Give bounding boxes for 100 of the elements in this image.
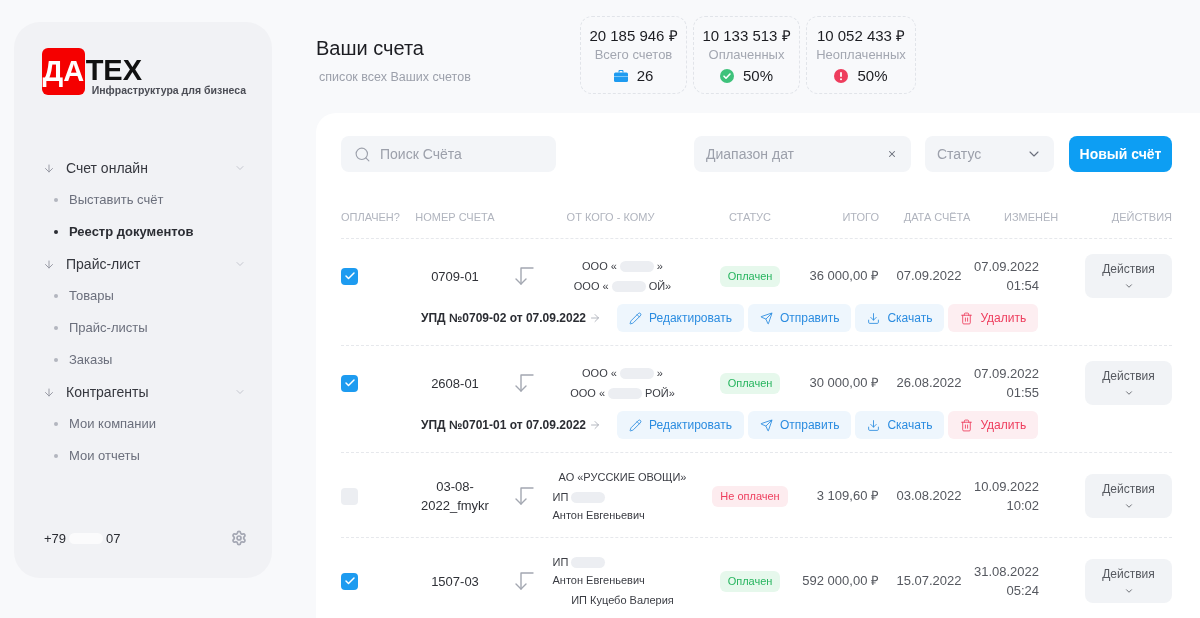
status-tag: Оплачен xyxy=(719,265,781,287)
invoice-total: 36 000,00 ₽ xyxy=(809,267,879,286)
item-label: Выставить счёт xyxy=(69,191,164,210)
status-tag: Оплачен xyxy=(719,570,781,592)
bullet-icon xyxy=(54,198,58,202)
settings-icon[interactable] xyxy=(231,530,247,547)
party-name-fragment: ООО « xyxy=(570,386,606,401)
sidebar-item[interactable]: Мои отчеты xyxy=(42,440,246,472)
stat-value: 26 xyxy=(636,66,654,86)
checkbox[interactable] xyxy=(341,374,358,392)
checkbox[interactable] xyxy=(341,267,358,285)
corner-arrow-icon xyxy=(515,267,534,285)
invoice-total: 30 000,00 ₽ xyxy=(809,374,879,393)
arrow-right-icon xyxy=(589,312,601,324)
sidebar-item[interactable]: Товары xyxy=(42,280,246,312)
row-action-button[interactable]: Удалить xyxy=(948,411,1039,439)
party-name-fragment: АО «РУССКИЕ ОВОЩИ» xyxy=(558,470,687,485)
checkbox[interactable] xyxy=(341,572,358,590)
sidebar-item[interactable]: Реестр документов xyxy=(42,216,246,248)
party-name-fragment: ООО « xyxy=(582,259,617,274)
corner-arrow-icon xyxy=(515,487,534,505)
logo-tagline: Инфраструктура для бизнеса xyxy=(91,84,246,96)
row-action-button[interactable]: Скачать xyxy=(855,411,945,439)
stat-label: Оплаченных xyxy=(708,46,785,64)
column-header: СТАТУС xyxy=(727,209,773,225)
invoice-date: 15.07.2022 xyxy=(896,572,962,591)
bullet-icon xyxy=(54,422,58,426)
search-field[interactable]: Поиск Счёта xyxy=(341,136,556,172)
changed-time: 10:02 xyxy=(1006,497,1039,515)
party-name-fragment: » xyxy=(656,259,663,274)
party-name-fragment: ИП Куцебо Валерия xyxy=(571,593,674,608)
stat-value: 50% xyxy=(857,66,888,86)
new-invoice-button[interactable]: Новый счёт xyxy=(1069,136,1172,172)
status-tag: Не оплачен xyxy=(712,485,788,507)
status-tag: Оплачен xyxy=(719,372,781,394)
actions-dropdown[interactable]: Действия xyxy=(1085,361,1172,405)
corner-arrow-icon xyxy=(515,572,534,590)
stat-value: 50% xyxy=(743,66,773,86)
check-icon xyxy=(343,575,356,587)
arrow-right-icon xyxy=(589,419,601,431)
invoice-total: 3 109,60 ₽ xyxy=(816,487,879,506)
clear-icon[interactable] xyxy=(887,149,897,159)
invoice-date: 26.08.2022 xyxy=(896,374,962,393)
party-name-fragment: Антон Евгеньевич xyxy=(552,508,645,523)
phone-fragment: 07 xyxy=(106,529,121,548)
party-name-fragment: Антон Евгеньевич xyxy=(552,573,645,588)
column-header: ДЕЙСТВИЯ xyxy=(1110,209,1172,225)
sidebar-section[interactable]: Прайс-лист xyxy=(42,248,246,280)
search-icon xyxy=(354,146,371,163)
alert-circle-icon xyxy=(834,69,849,83)
changed-date: 07.09.2022 xyxy=(973,258,1039,276)
changed-time: 01:54 xyxy=(1006,277,1039,295)
bullet-icon xyxy=(54,230,58,234)
row-action-button[interactable]: Удалить xyxy=(948,304,1039,332)
invoice-total: 592 000,00 ₽ xyxy=(802,572,879,591)
document-link[interactable]: УПД №0701-01 от 07.09.2022 xyxy=(420,416,586,434)
status-select[interactable]: Статус xyxy=(925,136,1054,172)
item-label: Реестр документов xyxy=(69,223,194,242)
sidebar-item[interactable]: Прайс-листы xyxy=(42,312,246,344)
stat-amount: 20 185 946 ₽ xyxy=(589,26,678,46)
party-name-fragment: ООО « xyxy=(573,279,609,294)
invoice-number: 03-08-2022_fmykr xyxy=(420,478,490,515)
corner-arrow-icon xyxy=(515,374,534,392)
trash-icon xyxy=(960,311,974,325)
column-header: ИТОГО xyxy=(841,209,879,225)
party-name-fragment: ОЙ» xyxy=(648,279,672,294)
trash-icon xyxy=(960,418,974,432)
item-label: Мои компании xyxy=(69,415,157,434)
row-action-button[interactable]: Отправить xyxy=(747,411,852,439)
bullet-icon xyxy=(54,326,58,330)
sidebar-item[interactable]: Заказы xyxy=(42,344,246,376)
sidebar-item[interactable]: Мои компании xyxy=(42,408,246,440)
changed-time: 01:55 xyxy=(1006,384,1039,402)
changed-date: 31.08.2022 xyxy=(973,563,1039,581)
row-action-button[interactable]: Отправить xyxy=(747,304,852,332)
actions-dropdown[interactable]: Действия xyxy=(1085,254,1172,298)
bullet-icon xyxy=(54,454,58,458)
stat-amount: 10 133 513 ₽ xyxy=(702,26,791,46)
column-header: ОТ КОГО - КОМУ xyxy=(565,209,656,225)
row-action-button[interactable]: Редактировать xyxy=(617,411,744,439)
party-name-fragment: РОЙ» xyxy=(645,386,675,401)
item-label: Товары xyxy=(69,287,114,306)
document-link[interactable]: УПД №0709-02 от 07.09.2022 xyxy=(420,309,586,327)
pencil-icon xyxy=(629,311,642,325)
pencil-icon xyxy=(629,418,642,432)
send-icon xyxy=(759,311,773,325)
actions-dropdown[interactable]: Действия xyxy=(1085,559,1172,603)
column-header: ДАТА СЧЁТА xyxy=(902,209,972,225)
sidebar-section[interactable]: Контрагенты xyxy=(42,376,246,408)
invoice-number: 2608-01 xyxy=(431,374,479,393)
row-action-button[interactable]: Редактировать xyxy=(617,304,744,332)
date-range-field[interactable]: Диапазон дат xyxy=(694,136,911,172)
column-header: ОПЛАЧЕН? xyxy=(341,209,401,225)
section-label: Счет онлайн xyxy=(66,158,148,178)
changed-time: 05:24 xyxy=(1006,582,1039,600)
row-action-button[interactable]: Скачать xyxy=(855,304,945,332)
sidebar-item[interactable]: Выставить счёт xyxy=(42,184,246,216)
sidebar-section[interactable]: Счет онлайн xyxy=(42,152,246,184)
page-title: Ваши счета xyxy=(316,37,424,59)
actions-dropdown[interactable]: Действия xyxy=(1085,474,1172,518)
